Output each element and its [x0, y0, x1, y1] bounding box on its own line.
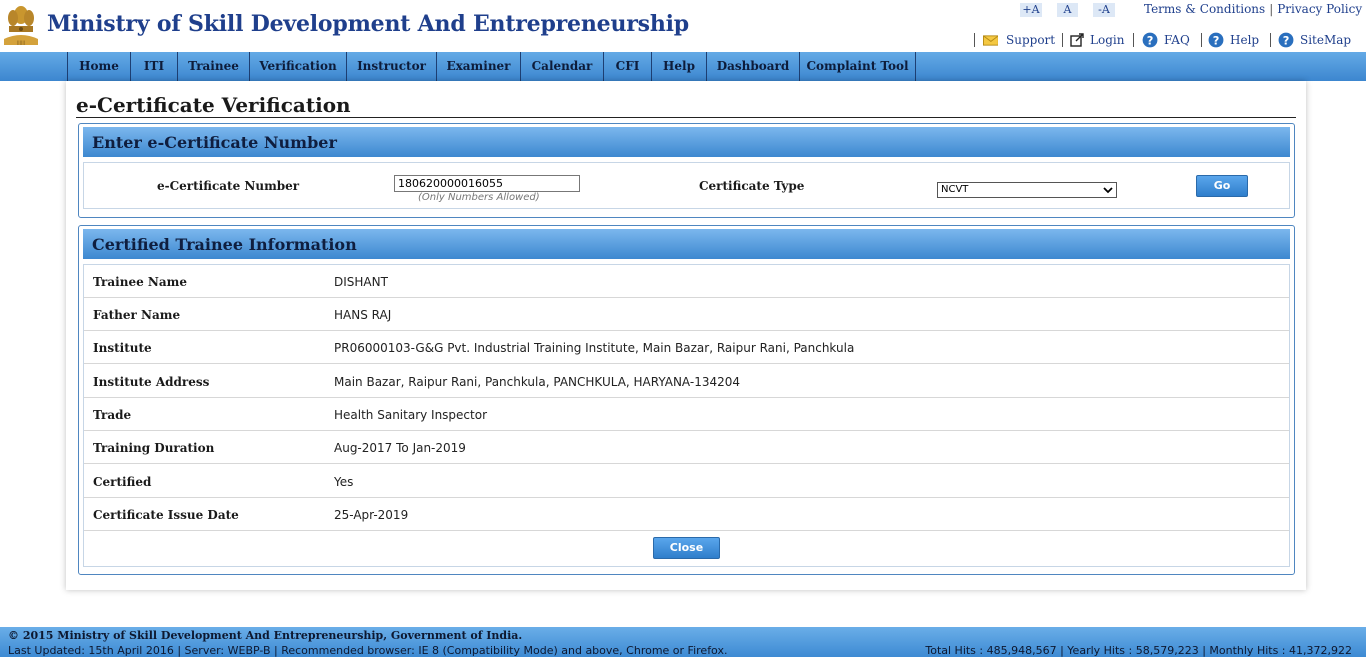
terms-link[interactable]: Terms & Conditions — [1144, 2, 1265, 16]
nav-home[interactable]: Home — [68, 52, 131, 81]
site-footer: © 2015 Ministry of Skill Development And… — [0, 627, 1366, 657]
cert-number-hint: (Only Numbers Allowed) — [418, 192, 540, 203]
svg-text:||||||: |||||| — [17, 40, 25, 45]
row-label: Trade — [93, 408, 132, 422]
link-separator: | — [1269, 2, 1274, 16]
util-separator — [1133, 33, 1134, 47]
row-value: PR06000103-G&G Pvt. Industrial Training … — [334, 341, 855, 355]
table-row: Trainee Name DISHANT — [84, 265, 1289, 298]
row-value: 25-Apr-2019 — [334, 508, 409, 522]
chevron-down-icon — [1103, 187, 1113, 194]
site-title[interactable]: Ministry of Skill Development And Entrep… — [47, 11, 689, 37]
row-value: HANS RAJ — [334, 308, 392, 322]
row-label: Institute — [93, 341, 152, 355]
sitemap-label: SiteMap — [1300, 33, 1352, 47]
page-title: e-Certificate Verification — [76, 93, 351, 117]
table-row: Training Duration Aug-2017 To Jan-2019 — [84, 431, 1289, 464]
entry-panel-heading: Enter e-Certificate Number — [92, 133, 337, 152]
table-row: Institute PR06000103-G&G Pvt. Industrial… — [84, 331, 1289, 364]
cert-number-label: e-Certificate Number — [157, 179, 300, 193]
nav-verification[interactable]: Verification — [250, 52, 347, 81]
login-link[interactable]: Login — [1070, 31, 1124, 49]
font-decrease-button[interactable]: -A — [1093, 3, 1115, 17]
go-button[interactable]: Go — [1196, 175, 1248, 197]
main-content: e-Certificate Verification Enter e-Certi… — [66, 81, 1306, 590]
support-label: Support — [1006, 33, 1056, 47]
help-label: Help — [1230, 33, 1260, 47]
help-circle-icon: ? — [1208, 32, 1224, 48]
row-label: Certificate Issue Date — [93, 508, 239, 522]
font-normal-button[interactable]: A — [1057, 3, 1078, 17]
external-login-icon — [1070, 33, 1084, 47]
privacy-link[interactable]: Privacy Policy — [1277, 2, 1362, 16]
util-separator — [974, 33, 975, 47]
help-circle-icon: ? — [1278, 32, 1294, 48]
svg-text:?: ? — [1147, 34, 1154, 48]
row-label: Certified — [93, 475, 152, 489]
nav-cfi[interactable]: CFI — [604, 52, 652, 81]
row-label: Father Name — [93, 308, 181, 322]
row-value: Yes — [334, 475, 354, 489]
row-label: Training Duration — [93, 441, 215, 455]
support-link[interactable]: Support — [981, 31, 1055, 49]
main-nav: Home ITI Trainee Verification Instructor… — [0, 52, 1366, 81]
font-increase-button[interactable]: +A — [1020, 3, 1042, 17]
sitemap-link[interactable]: ? SiteMap — [1278, 31, 1351, 49]
top-links: Terms & Conditions | Privacy Policy — [1144, 2, 1362, 16]
site-header: |||||| Ministry of Skill Development And… — [0, 0, 1366, 52]
mail-icon — [983, 34, 998, 46]
table-row: Trade Health Sanitary Inspector — [84, 398, 1289, 431]
table-row: Certificate Issue Date 25-Apr-2019 — [84, 498, 1289, 531]
cert-type-value: NCVT — [941, 184, 969, 195]
cert-type-select[interactable]: NCVT — [937, 182, 1117, 198]
close-button[interactable]: Close — [653, 537, 720, 559]
util-separator — [1062, 33, 1063, 47]
row-value: Health Sanitary Inspector — [334, 408, 488, 422]
help-link[interactable]: ? Help — [1208, 31, 1259, 49]
table-row: Certified Yes — [84, 465, 1289, 498]
login-label: Login — [1090, 33, 1125, 47]
hit-counter: Total Hits : 485,948,567 | Yearly Hits :… — [925, 644, 1352, 657]
entry-panel: Enter e-Certificate Number — [78, 123, 1295, 218]
nav-help[interactable]: Help — [652, 52, 707, 81]
row-value: Main Bazar, Raipur Rani, Panchkula, PANC… — [334, 375, 741, 389]
trainee-info-panel: Certified Trainee Information Trainee Na… — [78, 225, 1295, 575]
faq-link[interactable]: ? FAQ — [1142, 31, 1190, 49]
trainee-info-header: Certified Trainee Information — [83, 229, 1290, 259]
nav-calendar[interactable]: Calendar — [521, 52, 604, 81]
faq-label: FAQ — [1164, 33, 1190, 47]
util-separator — [1270, 33, 1271, 47]
util-separator — [1201, 33, 1202, 47]
table-row: Institute Address Main Bazar, Raipur Ran… — [84, 365, 1289, 398]
cert-type-label: Certificate Type — [699, 179, 805, 193]
row-value: Aug-2017 To Jan-2019 — [334, 441, 466, 455]
nav-trainee[interactable]: Trainee — [178, 52, 250, 81]
nav-dashboard[interactable]: Dashboard — [707, 52, 800, 81]
help-circle-icon: ? — [1142, 32, 1158, 48]
row-value: DISHANT — [334, 275, 388, 289]
last-updated-text: Last Updated: 15th April 2016 | Server: … — [8, 644, 728, 657]
table-row: Father Name HANS RAJ — [84, 298, 1289, 331]
trainee-info-heading: Certified Trainee Information — [92, 235, 357, 254]
row-label: Trainee Name — [93, 275, 187, 289]
nav-complaint-tool[interactable]: Complaint Tool — [800, 52, 916, 81]
svg-text:?: ? — [1283, 34, 1290, 48]
copyright-text: © 2015 Ministry of Skill Development And… — [8, 629, 523, 642]
nav-instructor[interactable]: Instructor — [347, 52, 437, 81]
entry-panel-header: Enter e-Certificate Number — [83, 127, 1290, 157]
nav-examiner[interactable]: Examiner — [437, 52, 521, 81]
nav-iti[interactable]: ITI — [131, 52, 178, 81]
title-divider — [76, 117, 1296, 118]
national-emblem-icon[interactable]: |||||| — [2, 1, 40, 47]
svg-text:?: ? — [1213, 34, 1220, 48]
row-label: Institute Address — [93, 375, 210, 389]
trainee-info-table: Trainee Name DISHANT Father Name HANS RA… — [83, 264, 1290, 567]
cert-number-input[interactable] — [394, 175, 580, 192]
